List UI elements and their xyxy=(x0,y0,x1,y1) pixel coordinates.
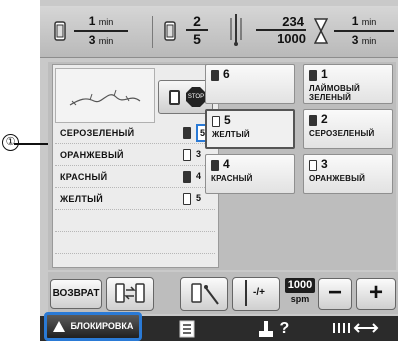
speed-decrease-button[interactable]: − xyxy=(318,278,352,310)
color-sequence-list: СЕРОЗЕЛЕНЫЙ 5 ОРАНЖЕВЫЙ 3 КРАСНЫЙ 4 ЖЕЛТ… xyxy=(55,122,215,254)
spool-icon xyxy=(309,160,317,171)
color-cell[interactable]: 6 xyxy=(205,64,295,104)
trim-arrows-icon xyxy=(333,323,379,334)
stop-icon: STOP xyxy=(186,87,206,107)
divider xyxy=(152,16,153,48)
color-cell[interactable]: 2 СЕРОЗЕЛЕНЫЙ xyxy=(303,109,393,149)
help-button[interactable]: ? xyxy=(232,316,312,341)
stitch-count: 234 1000 xyxy=(256,14,306,47)
stitch-jump-button[interactable]: -/+ xyxy=(232,277,280,311)
thread-number: 5 xyxy=(196,193,202,203)
color-cell[interactable]: 1 ЛАЙМОВЫЙ ЗЕЛЕНЫЙ xyxy=(303,64,393,104)
spool-icon xyxy=(164,21,176,41)
spool-icon xyxy=(183,193,191,205)
spool-icon xyxy=(309,115,317,126)
pattern-preview xyxy=(55,68,155,123)
spool-icon xyxy=(54,21,66,41)
speed-display: 1000 spm xyxy=(285,278,315,310)
spool-brush-icon xyxy=(191,283,219,305)
list-item xyxy=(55,210,215,232)
needle-icon xyxy=(230,14,242,46)
list-item xyxy=(55,232,215,254)
thread-number: 3 xyxy=(196,149,202,159)
warning-icon xyxy=(52,320,65,332)
machine-help-icon xyxy=(258,320,273,337)
needle-icon xyxy=(245,280,247,306)
color-count: 2 5 xyxy=(186,14,208,47)
thread-number: 4 xyxy=(196,171,202,181)
spool-swap-icon xyxy=(115,283,145,303)
thread-edit-button[interactable] xyxy=(180,277,228,311)
color-sort-button[interactable] xyxy=(106,277,154,311)
spool-icon xyxy=(183,171,191,183)
spool-icon xyxy=(211,160,219,171)
spool-icon xyxy=(183,127,191,139)
list-item[interactable]: ОРАНЖЕВЫЙ 3 xyxy=(55,144,215,166)
spool-icon xyxy=(211,70,219,81)
lock-button[interactable]: БЛОКИРОВКА xyxy=(44,312,142,341)
thread-trim-button[interactable] xyxy=(314,316,398,341)
spool-icon xyxy=(169,90,180,105)
pattern-drawing xyxy=(69,89,141,106)
spool-icon xyxy=(309,70,317,81)
color-cell[interactable]: 4 КРАСНЫЙ xyxy=(205,154,295,194)
list-item[interactable]: КРАСНЫЙ 4 xyxy=(55,166,215,188)
spool-icon xyxy=(212,116,220,127)
list-item[interactable]: СЕРОЗЕЛЕНЫЙ 5 xyxy=(55,122,215,144)
list-item[interactable]: ЖЕЛТЫЙ 5 xyxy=(55,188,215,210)
checklist-button[interactable] xyxy=(146,316,228,341)
status-bar: 1 min 3 min 2 5 234 1000 1 min 3 min xyxy=(40,6,398,58)
color-cell[interactable]: 3 ОРАНЖЕВЫЙ xyxy=(303,154,393,194)
color-cell-selected[interactable]: 5 ЖЕЛТЫЙ xyxy=(205,109,295,149)
speed-increase-button[interactable]: + xyxy=(356,278,396,310)
return-button[interactable]: ВОЗВРАТ xyxy=(50,279,102,309)
spool-icon xyxy=(183,149,191,161)
checklist-icon xyxy=(179,320,195,338)
hourglass-icon xyxy=(314,18,328,44)
stitch-time: 1 min 3 min xyxy=(74,14,128,49)
total-time: 1 min 3 min xyxy=(334,14,394,49)
